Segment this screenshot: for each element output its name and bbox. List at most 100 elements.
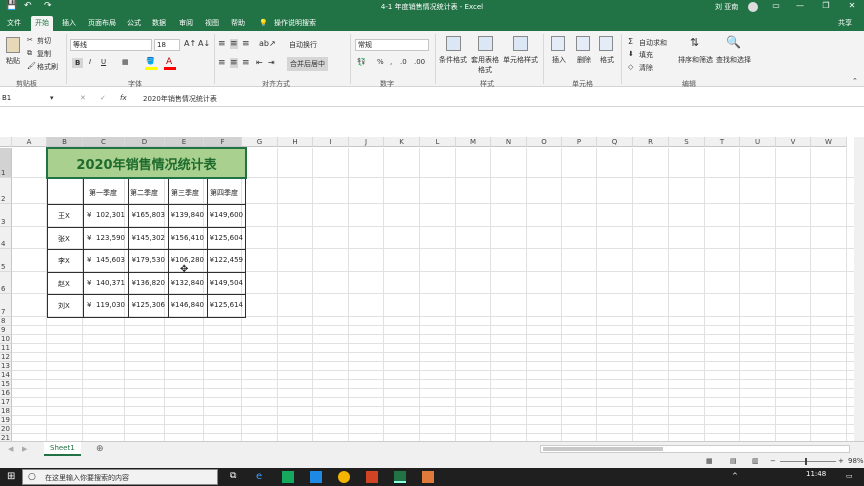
row-header[interactable]: 18: [0, 407, 12, 416]
q3-value-cell[interactable]: ¥146,840: [169, 301, 204, 309]
sigma-icon[interactable]: Σ: [628, 37, 633, 46]
ribbon-display-icon[interactable]: ▭: [766, 1, 786, 10]
row-header[interactable]: 17: [0, 398, 12, 407]
sheet-tab-sheet1[interactable]: Sheet1: [44, 442, 81, 456]
orientation-icon[interactable]: ab↗: [259, 39, 276, 48]
select-all-corner[interactable]: [0, 137, 12, 147]
clear-button[interactable]: 清除: [639, 63, 653, 73]
scrollbar-thumb[interactable]: [543, 447, 663, 451]
page-layout-view-icon[interactable]: ▤: [730, 457, 737, 465]
font-name-select[interactable]: 等线: [70, 39, 152, 51]
taskbar-search-box[interactable]: ○ 在这里输入你要搜索的内容: [22, 469, 218, 485]
conditional-format-button[interactable]: 条件格式: [439, 55, 467, 65]
format-painter-icon[interactable]: 🖌: [27, 62, 36, 70]
header-q2[interactable]: 第二季度: [130, 188, 158, 198]
tab-file[interactable]: 文件: [3, 16, 25, 31]
increase-indent-icon[interactable]: ⇥: [268, 58, 275, 67]
decrease-decimal-icon[interactable]: .00: [414, 58, 425, 66]
q2-value-cell[interactable]: ¥179,530: [129, 256, 165, 264]
formula-input[interactable]: 2020年销售情况统计表: [143, 94, 217, 104]
comma-button[interactable]: ,: [390, 58, 392, 66]
row-name-cell[interactable]: 李X: [58, 256, 78, 266]
tab-review[interactable]: 审阅: [175, 16, 197, 31]
row-header[interactable]: 5: [0, 249, 12, 272]
user-name[interactable]: 刘 亚南: [715, 2, 738, 12]
q2-value-cell[interactable]: ¥165,803: [129, 211, 165, 219]
tab-page-layout[interactable]: 页面布局: [84, 16, 120, 31]
row-header[interactable]: 12: [0, 353, 12, 362]
tab-view[interactable]: 视图: [201, 16, 223, 31]
paste-button[interactable]: 粘贴: [6, 56, 20, 66]
column-header[interactable]: P: [562, 137, 597, 147]
name-box[interactable]: B1: [0, 93, 56, 105]
app-icon[interactable]: [282, 471, 294, 483]
worksheet-grid[interactable]: ABCDEFGHIJKLMNOPQRSTUVW 1 2 3 4 5 6 7 8 9 10 11 12 1…: [0, 137, 864, 479]
q3-value-cell[interactable]: ¥132,840: [169, 279, 204, 287]
q4-value-cell[interactable]: ¥125,604: [208, 234, 243, 242]
column-header[interactable]: D: [125, 137, 165, 147]
q3-value-cell[interactable]: ¥139,840: [169, 211, 204, 219]
row-header[interactable]: 3: [0, 204, 12, 227]
format-as-table-button[interactable]: 套用表格格式: [470, 55, 500, 75]
sort-filter-button[interactable]: 排序和筛选: [678, 55, 713, 65]
q4-value-cell[interactable]: ¥122,459: [208, 256, 243, 264]
enter-icon[interactable]: ✓: [100, 94, 106, 102]
column-header[interactable]: R: [633, 137, 669, 147]
insert-function-button[interactable]: fx: [120, 94, 127, 102]
decrease-indent-icon[interactable]: ⇤: [256, 58, 263, 67]
column-header[interactable]: O: [527, 137, 562, 147]
column-header[interactable]: K: [384, 137, 420, 147]
q1-value-cell[interactable]: 140,371: [92, 279, 125, 287]
taskbar-search-input[interactable]: 在这里输入你要搜索的内容: [45, 473, 129, 483]
row-header[interactable]: 9: [0, 326, 12, 335]
border-icon[interactable]: ▦: [122, 58, 129, 66]
merge-center-button[interactable]: 合并后居中: [287, 57, 328, 71]
tab-home[interactable]: 开始: [31, 16, 53, 31]
autosum-button[interactable]: 自动求和: [639, 38, 667, 48]
column-header[interactable]: E: [165, 137, 204, 147]
avatar[interactable]: [748, 2, 758, 12]
cancel-icon[interactable]: ✕: [80, 94, 86, 102]
row-header[interactable]: 14: [0, 371, 12, 380]
tell-me-search[interactable]: 操作说明搜索: [270, 16, 320, 31]
horizontal-scrollbar[interactable]: [540, 445, 850, 453]
next-sheet-icon[interactable]: ▶: [22, 445, 27, 453]
delete-cells-button[interactable]: 删除: [577, 55, 591, 65]
row-header[interactable]: 16: [0, 389, 12, 398]
row-header[interactable]: 11: [0, 344, 12, 353]
cut-icon[interactable]: ✂: [27, 36, 33, 44]
align-left-icon[interactable]: ≡: [218, 58, 226, 68]
column-header[interactable]: M: [456, 137, 491, 147]
align-center-icon[interactable]: ≡: [230, 58, 238, 68]
q3-value-cell[interactable]: ¥106,280: [169, 256, 204, 264]
task-view-icon[interactable]: ⧉: [230, 471, 236, 481]
minimize-icon[interactable]: —: [790, 1, 810, 10]
tab-formulas[interactable]: 公式: [123, 16, 145, 31]
font-size-select[interactable]: 18: [154, 39, 180, 51]
column-header[interactable]: H: [278, 137, 313, 147]
copy-icon[interactable]: ⧉: [27, 49, 32, 58]
tab-help[interactable]: 帮助: [227, 16, 249, 31]
column-header[interactable]: W: [811, 137, 847, 147]
name-box-dropdown-icon[interactable]: ▾: [50, 94, 54, 102]
row-header[interactable]: 8: [0, 317, 12, 326]
fill-icon[interactable]: ⬇: [628, 50, 634, 58]
q2-value-cell[interactable]: ¥136,820: [129, 279, 165, 287]
q1-value-cell[interactable]: 119,030: [92, 301, 125, 309]
shrink-font-icon[interactable]: A↓: [198, 39, 210, 48]
app-icon[interactable]: [310, 471, 322, 483]
find-select-button[interactable]: 查找和选择: [716, 55, 751, 65]
zoom-level[interactable]: 98%: [848, 457, 864, 465]
row-header[interactable]: 2: [0, 178, 12, 204]
fill-color-icon[interactable]: 🪣: [146, 57, 155, 65]
font-color-icon[interactable]: A: [166, 57, 172, 67]
prev-sheet-icon[interactable]: ◀: [8, 445, 13, 453]
q1-value-cell[interactable]: 145,603: [92, 256, 125, 264]
tab-data[interactable]: 数据: [148, 16, 170, 31]
zoom-in-icon[interactable]: +: [838, 457, 844, 465]
column-header[interactable]: I: [313, 137, 349, 147]
row-header[interactable]: 15: [0, 380, 12, 389]
q2-value-cell[interactable]: ¥145,302: [129, 234, 165, 242]
collapse-ribbon-icon[interactable]: ⌃: [852, 77, 858, 85]
underline-button[interactable]: U: [101, 58, 106, 66]
